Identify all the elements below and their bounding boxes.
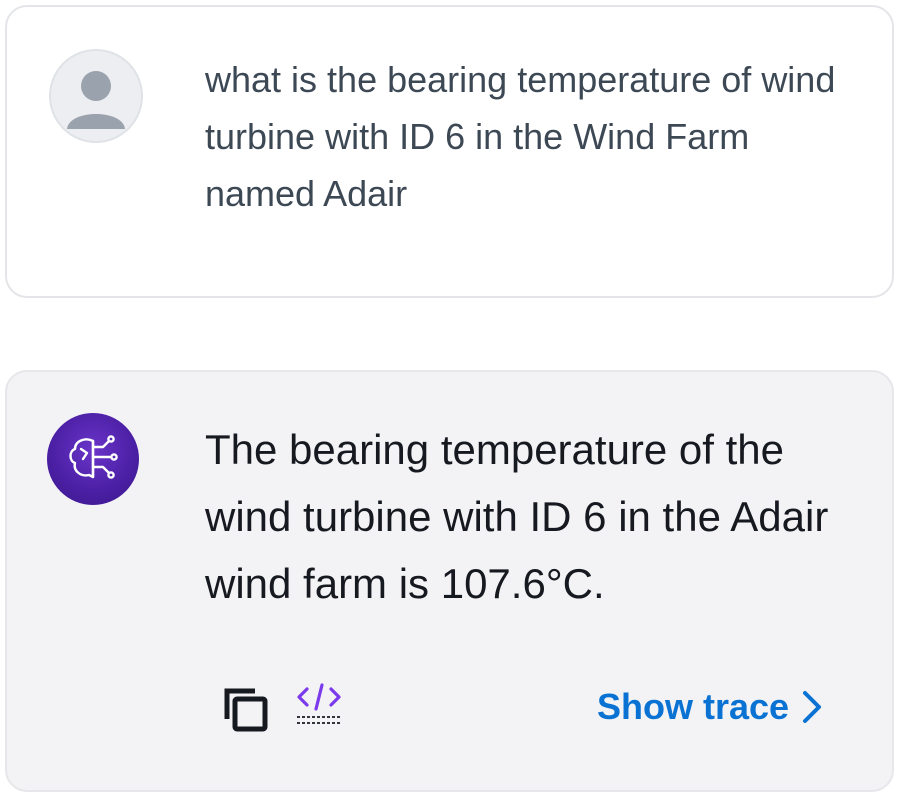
show-trace-button[interactable]: Show trace (597, 685, 825, 729)
assistant-actions: Show trace (7, 675, 892, 735)
copy-icon[interactable] (219, 683, 271, 735)
user-message-card: what is the bearing temperature of wind … (5, 5, 894, 298)
user-message-text: what is the bearing temperature of wind … (205, 59, 836, 214)
ai-brain-circuit-icon (47, 413, 139, 505)
show-trace-label: Show trace (597, 686, 790, 727)
assistant-message-text: The bearing temperature of the wind turb… (205, 426, 829, 607)
chevron-right-icon (803, 691, 822, 723)
code-icon[interactable] (293, 679, 345, 731)
assistant-message-card: The bearing temperature of the wind turb… (5, 370, 894, 792)
user-avatar-icon (49, 49, 143, 143)
